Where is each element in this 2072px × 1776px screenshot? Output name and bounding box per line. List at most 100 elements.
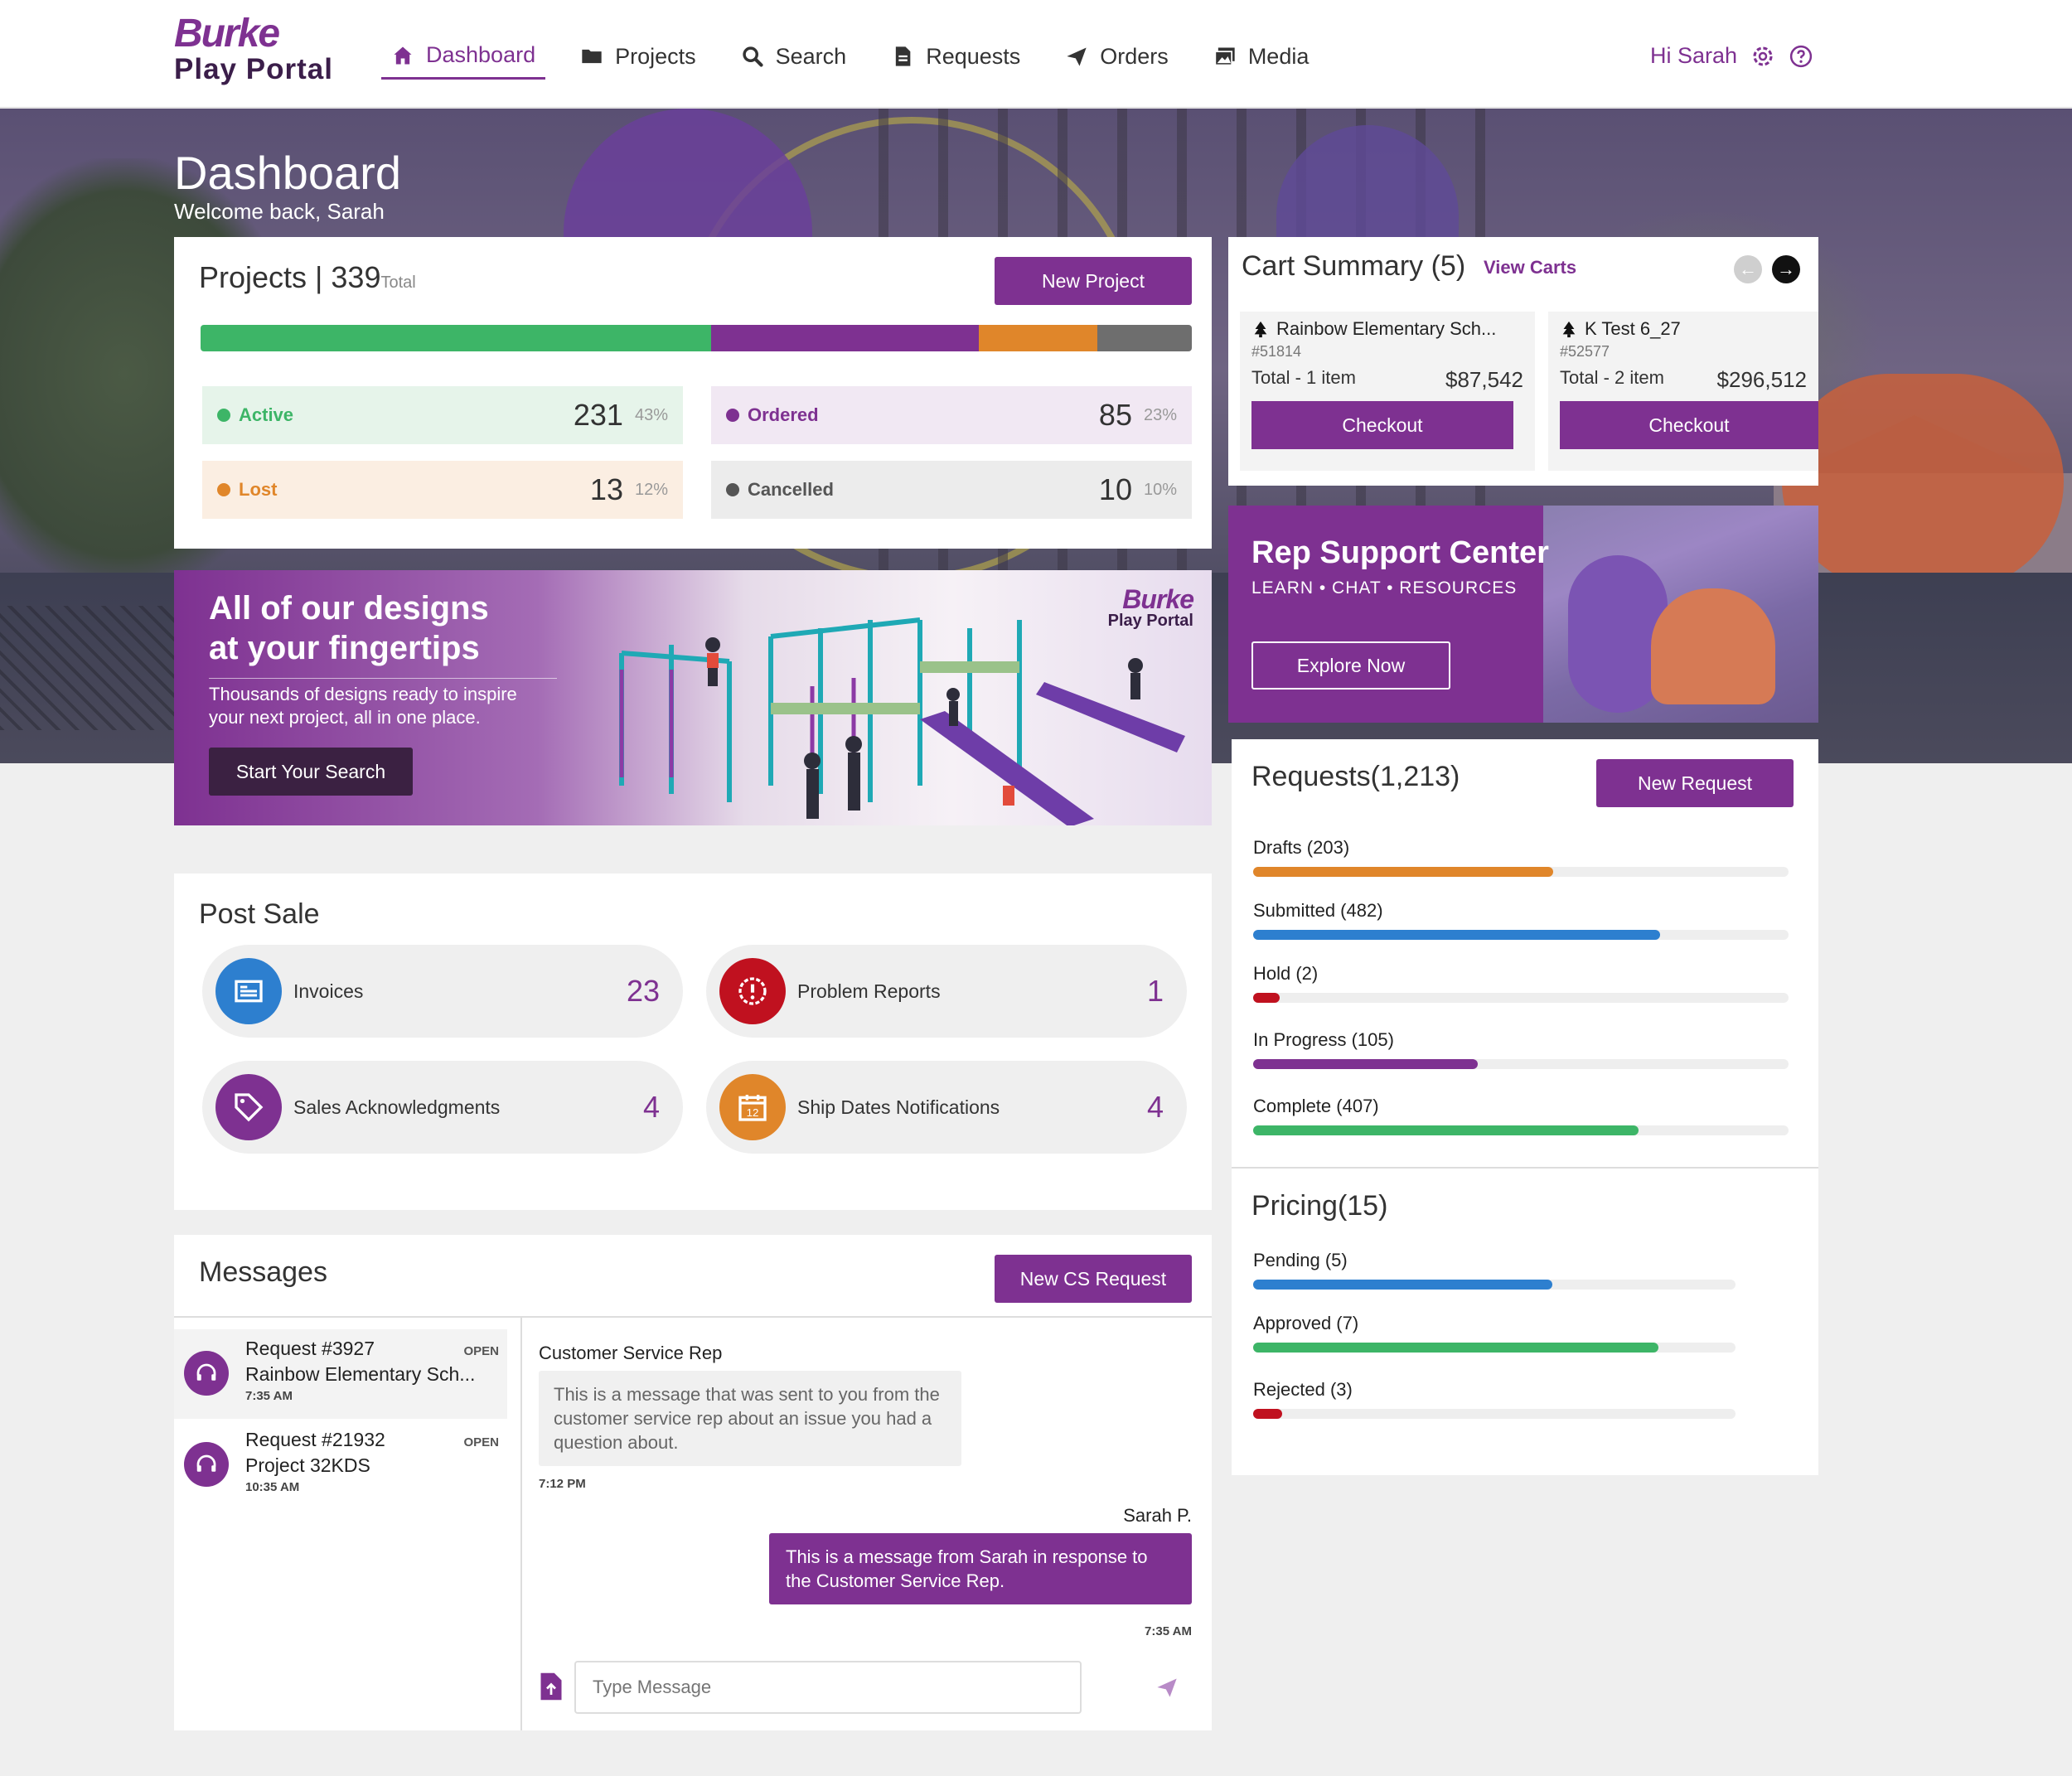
chat-outgoing-message: This is a message from Sarah in response… [769, 1533, 1192, 1604]
thread-title: Request #3927 [245, 1338, 375, 1359]
checkout-button[interactable]: Checkout [1560, 401, 1818, 449]
chat-outgoing-time: 7:35 AM [1145, 1624, 1192, 1638]
message-input[interactable] [574, 1661, 1082, 1714]
cart-item-total-row: Total - 1 item $87,542 [1251, 367, 1523, 393]
request-status-complete[interactable]: Complete (407) [1253, 1096, 1789, 1135]
progress-track [1253, 1280, 1736, 1290]
pricing-status-approved[interactable]: Approved (7) [1253, 1313, 1736, 1353]
stat-ordered[interactable]: Ordered 85 23% [711, 386, 1192, 444]
rep-support-image [1543, 506, 1818, 723]
post-sale-problem-reports[interactable]: Problem Reports 1 [706, 945, 1187, 1038]
message-thread[interactable]: Request #3927 OPEN Rainbow Elementary Sc… [174, 1329, 507, 1419]
nav-label: Media [1247, 43, 1310, 69]
carousel-prev-icon[interactable]: ← [1734, 255, 1762, 283]
nav-projects[interactable]: Projects [570, 33, 706, 80]
nav-orders[interactable]: Orders [1055, 33, 1179, 80]
pricing-status-pending[interactable]: Pending (5) [1253, 1250, 1736, 1290]
request-status-drafts[interactable]: Drafts (203) [1253, 837, 1789, 877]
post-sale-ship-dates[interactable]: 12 Ship Dates Notifications 4 [706, 1061, 1187, 1154]
stat-active[interactable]: Active 231 43% [202, 386, 683, 444]
status-dot [217, 409, 230, 422]
tag-icon [215, 1074, 282, 1140]
explore-now-button[interactable]: Explore Now [1251, 641, 1450, 690]
request-status-label: Hold (2) [1253, 963, 1319, 984]
nav-search[interactable]: Search [731, 33, 857, 80]
cart-title: Cart Summary (5) [1242, 250, 1466, 282]
cart-item-total-row: Total - 2 item $296,512 [1560, 367, 1807, 393]
post-sale-sales-acknowledgments[interactable]: Sales Acknowledgments 4 [202, 1061, 683, 1154]
rep-support-subtitle: LEARN • CHAT • RESOURCES [1251, 578, 1518, 598]
cart-item-total-label: Total - 2 item [1560, 367, 1664, 388]
projects-count-label: Total [380, 273, 416, 292]
cart-item-name[interactable]: K Test 6_27 [1560, 318, 1807, 340]
svg-text:12: 12 [747, 1106, 759, 1119]
nav-media[interactable]: Media [1203, 33, 1319, 80]
banner-logo: Burke Play Portal [1107, 584, 1194, 631]
progress-fill [1253, 993, 1280, 1003]
thread-status: OPEN [463, 1344, 499, 1358]
messages-card: Messages New CS Request Request #3927 OP… [174, 1235, 1212, 1730]
start-search-button[interactable]: Start Your Search [209, 748, 413, 796]
projects-status-bar [201, 325, 1192, 351]
gear-icon[interactable] [1750, 44, 1775, 69]
post-sale-label: Problem Reports [797, 980, 941, 1002]
progress-fill [1253, 1409, 1282, 1419]
user-greeting[interactable]: Hi Sarah [1650, 43, 1737, 69]
message-thread[interactable]: Request #21932 OPEN Project 32KDS 10:35 … [174, 1420, 507, 1510]
post-sale-invoices[interactable]: Invoices 23 [202, 945, 683, 1038]
thread-time: 7:35 AM [245, 1389, 293, 1403]
progress-fill [1253, 867, 1553, 877]
view-carts-link[interactable]: View Carts [1484, 257, 1576, 278]
post-sale-count: 4 [642, 1090, 660, 1124]
top-header: Burke Play Portal Dashboard Projects Sea… [0, 0, 2072, 108]
burke-logo[interactable]: Burke Play Portal [174, 14, 333, 86]
new-request-button[interactable]: New Request [1596, 759, 1794, 807]
help-icon[interactable] [1789, 44, 1813, 69]
thread-subtitle: Rainbow Elementary Sch... [245, 1363, 476, 1385]
progress-fill [1253, 930, 1660, 940]
nav-requests[interactable]: Requests [881, 33, 1030, 80]
stat-label: Cancelled [748, 479, 834, 500]
status-bar-segment-ordered [710, 325, 979, 351]
nav-dashboard[interactable]: Dashboard [381, 33, 546, 80]
main-nav: Dashboard Projects Search Requests Order… [381, 33, 1343, 83]
thread-time: 10:35 AM [245, 1480, 300, 1494]
carousel-next-icon[interactable]: → [1772, 255, 1800, 283]
cart-item-id: #51814 [1251, 343, 1302, 360]
new-cs-request-button[interactable]: New CS Request [995, 1255, 1192, 1303]
messages-divider [174, 1316, 1212, 1318]
pricing-status-label: Approved (7) [1253, 1313, 1359, 1333]
new-project-button[interactable]: New Project [995, 257, 1192, 305]
send-message-icon[interactable] [1155, 1676, 1179, 1699]
request-status-label: Submitted (482) [1253, 900, 1383, 921]
stat-lost[interactable]: Lost 13 12% [202, 461, 683, 519]
banner-logo-subtitle: Play Portal [1107, 612, 1193, 630]
banner-logo-wordmark: Burke [1122, 584, 1194, 614]
projects-label: Projects [199, 260, 307, 294]
status-bar-segment-lost [978, 325, 1098, 351]
cart-item-label: K Test 6_27 [1585, 318, 1681, 339]
pricing-status-rejected[interactable]: Rejected (3) [1253, 1379, 1736, 1419]
post-sale-count: 23 [626, 974, 660, 1008]
thread-title: Request #21932 [245, 1429, 385, 1450]
stat-cancelled[interactable]: Cancelled 10 10% [711, 461, 1192, 519]
messages-column-divider [520, 1318, 522, 1730]
request-status-in-progress[interactable]: In Progress (105) [1253, 1029, 1789, 1069]
user-area: Hi Sarah [1650, 43, 1813, 69]
section-divider [1232, 1167, 1818, 1169]
checkout-button[interactable]: Checkout [1251, 401, 1513, 449]
request-status-submitted[interactable]: Submitted (482) [1253, 900, 1789, 940]
stat-value: 231 [573, 398, 623, 432]
search-icon [742, 46, 763, 67]
request-status-hold[interactable]: Hold (2) [1253, 963, 1789, 1003]
progress-track [1253, 1343, 1736, 1353]
file-upload-icon[interactable] [539, 1671, 564, 1702]
progress-fill [1253, 1125, 1639, 1135]
projects-card: Projects | 339Total New Project Active 23… [174, 237, 1212, 549]
stat-label: Ordered [748, 404, 819, 425]
alert-icon [719, 958, 786, 1024]
projects-count: 339 [331, 260, 381, 294]
cart-item-name[interactable]: Rainbow Elementary Sch... [1251, 318, 1523, 340]
status-bar-segment-active [201, 325, 711, 351]
chat-incoming-message: This is a message that was sent to you f… [539, 1371, 961, 1466]
